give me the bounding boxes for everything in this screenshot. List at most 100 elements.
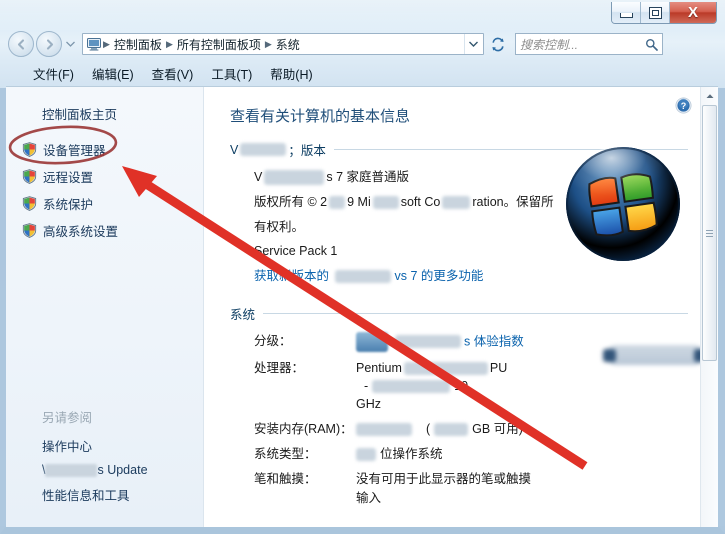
- scrollbar-thumb[interactable]: [702, 105, 717, 361]
- see-also-label-suffix: s Update: [97, 463, 148, 477]
- refresh-icon: [492, 37, 504, 51]
- sidebar-item-label: 高级系统设置: [43, 225, 119, 239]
- redaction-block: [372, 380, 451, 394]
- close-button[interactable]: X: [670, 2, 716, 23]
- forward-arrow-icon: [46, 38, 53, 50]
- chevron-up-icon: [706, 93, 713, 98]
- breadcrumb: ▶ 控制面板 ▶ 所有控制面板项 ▶ 系统: [102, 36, 464, 53]
- window-root: X ▶ 控制面板 ▶ 所有控制面板项 ▶ 系统 搜索控制... 文件(F) 编辑…: [0, 0, 725, 534]
- row-label: 系统类型：: [254, 447, 317, 462]
- sidebar-item-remote-settings[interactable]: 远程设置: [6, 163, 203, 190]
- shield-icon: [22, 223, 37, 238]
- search-box[interactable]: 搜索控制...: [515, 33, 663, 55]
- copyright-part-3: soft Co: [400, 194, 441, 209]
- system-section: 系统 分级： s 体验指数 处理器： Pentium PU -10 GHz 安装…: [230, 304, 688, 507]
- sidebar-item-label: 远程设置: [43, 171, 94, 185]
- help-button[interactable]: ?: [675, 97, 692, 114]
- breadcrumb-separator-1: ▶: [165, 38, 173, 49]
- client-area: 控制面板主页 设备管理器 远程设置 系统保护 高级系统设置 另请参阅 操作中心 …: [6, 86, 718, 527]
- see-also-item-action-center[interactable]: 操作中心: [6, 432, 203, 459]
- redaction-block: [45, 464, 98, 478]
- row-value: 没有可用于此显示器的笔或触摸 输入: [356, 470, 688, 506]
- sidebar-task-list: 设备管理器 远程设置 系统保护 高级系统设置: [6, 136, 203, 244]
- menu-item-tools[interactable]: 工具(T): [202, 62, 261, 85]
- nav-arrow-group: [8, 31, 76, 57]
- see-also-section: 另请参阅 操作中心 \ s Update 性能信息和工具: [6, 405, 203, 508]
- see-also-item-performance-tools[interactable]: 性能信息和工具: [6, 481, 203, 508]
- menu-item-file[interactable]: 文件(F): [24, 62, 83, 85]
- edition-suffix: s 7 家庭普通版: [326, 170, 409, 184]
- menu-item-view[interactable]: 查看(V): [143, 62, 203, 85]
- menu-bar: 文件(F) 编辑(E) 查看(V) 工具(T) 帮助(H): [6, 60, 718, 86]
- caption-button-group: X: [611, 2, 717, 24]
- sidebar-item-advanced-system-settings[interactable]: 高级系统设置: [6, 217, 203, 244]
- row-value: (GB 可用): [356, 420, 688, 438]
- see-also-item-windows-update[interactable]: \ s Update: [6, 459, 203, 481]
- system-row-ram: 安装内存(RAM)： (GB 可用): [230, 420, 688, 438]
- section-header-system: 系统: [230, 304, 688, 323]
- minimize-icon: [619, 12, 633, 18]
- refresh-button[interactable]: [487, 33, 509, 55]
- breadcrumb-separator-2: ▶: [264, 38, 272, 49]
- shield-icon: [22, 169, 37, 184]
- scrollbar-grip-icon: [706, 228, 713, 239]
- shield-icon: [22, 196, 37, 211]
- computer-icon: [85, 37, 102, 51]
- redaction-block: [372, 195, 399, 209]
- processor-prefix: Pentium: [356, 360, 402, 375]
- redaction-block: [240, 143, 287, 156]
- maximize-button[interactable]: [641, 2, 670, 23]
- menu-item-help[interactable]: 帮助(H): [261, 62, 321, 85]
- upgrade-link[interactable]: 获取新版本的 vs 7 的更多功能: [230, 267, 688, 286]
- redaction-block: [356, 448, 376, 462]
- help-icon: ?: [675, 97, 692, 114]
- sidebar-item-system-protection[interactable]: 系统保护: [6, 190, 203, 217]
- breadcrumb-item-2[interactable]: 系统: [273, 36, 303, 53]
- address-bar[interactable]: ▶ 控制面板 ▶ 所有控制面板项 ▶ 系统: [82, 33, 484, 55]
- copyright-part-4: ration。保留所: [472, 194, 554, 209]
- recent-locations-button[interactable]: [64, 41, 76, 47]
- redaction-block: [403, 361, 488, 375]
- menu-item-edit[interactable]: 编辑(E): [83, 62, 143, 85]
- forward-button[interactable]: [36, 31, 62, 57]
- section-title-prefix: V: [230, 142, 239, 157]
- row-value: 位操作系统: [356, 445, 688, 463]
- section-divider: [263, 312, 688, 314]
- breadcrumb-item-0[interactable]: 控制面板: [111, 36, 165, 53]
- copyright-part-1: 版权所有 © 2: [254, 194, 328, 209]
- chevron-down-icon: [65, 41, 75, 47]
- back-button[interactable]: [8, 31, 34, 57]
- search-input[interactable]: 搜索控制...: [520, 36, 645, 53]
- ram-available: GB 可用): [472, 422, 523, 437]
- system-row-pen-and-touch: 笔和触摸： 没有可用于此显示器的笔或触摸 输入: [230, 470, 688, 506]
- row-label: 笔和触摸：: [254, 472, 317, 487]
- back-arrow-icon: [17, 38, 24, 50]
- pen-touch-line-2: 输入: [356, 490, 382, 505]
- sidebar-item-control-panel-home[interactable]: 控制面板主页: [6, 101, 203, 126]
- navigation-bar: ▶ 控制面板 ▶ 所有控制面板项 ▶ 系统 搜索控制...: [0, 28, 725, 60]
- scroll-up-button[interactable]: [701, 87, 718, 104]
- row-label: 分级：: [254, 333, 292, 348]
- system-type-text: 位操作系统: [380, 447, 443, 462]
- processor-unit: GHz: [356, 397, 381, 411]
- row-label: 安装内存(RAM)：: [254, 422, 353, 437]
- main-content: ? 查看有关计算机的基本信息 V ；版本 Vs 7 家庭普通版 版权所有 © 2 9…: [204, 87, 718, 527]
- sidebar-item-label: 系统保护: [43, 198, 94, 212]
- title-bar[interactable]: X: [0, 0, 725, 28]
- row-label: 处理器：: [254, 360, 305, 375]
- sidebar-item-device-manager[interactable]: 设备管理器: [6, 136, 203, 163]
- maximize-icon: [648, 6, 662, 19]
- row-value: Pentium PU -10 GHz: [356, 360, 508, 411]
- address-dropdown-button[interactable]: [464, 34, 481, 54]
- redaction-block: [356, 423, 412, 437]
- minimize-button[interactable]: [612, 2, 641, 23]
- pen-touch-line-1: 没有可用于此显示器的笔或触摸: [356, 472, 532, 487]
- redaction-block: [264, 170, 325, 186]
- breadcrumb-item-1[interactable]: 所有控制面板项: [174, 36, 264, 53]
- main-content-inner: ? 查看有关计算机的基本信息 V ；版本 Vs 7 家庭普通版 版权所有 © 2 9…: [204, 87, 718, 527]
- sidebar: 控制面板主页 设备管理器 远程设置 系统保护 高级系统设置 另请参阅 操作中心 …: [6, 87, 204, 527]
- redaction-block: [434, 423, 469, 437]
- upgrade-link-suffix: vs 7 的更多功能: [394, 269, 484, 283]
- vertical-scrollbar[interactable]: [700, 87, 718, 527]
- system-row-system-type: 系统类型： 位操作系统: [230, 445, 688, 463]
